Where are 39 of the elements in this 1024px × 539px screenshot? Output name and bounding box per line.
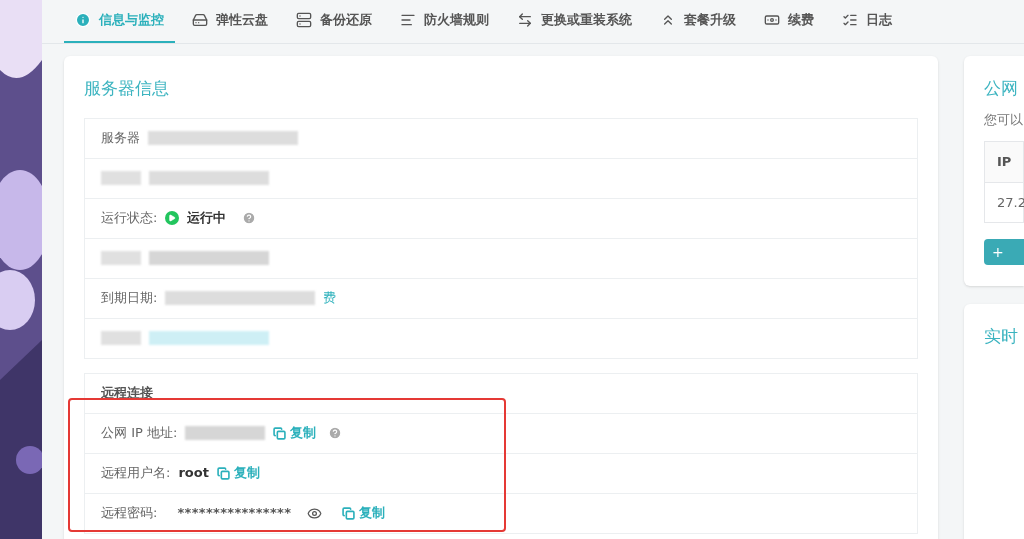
- help-icon[interactable]: [242, 211, 257, 225]
- tab[interactable]: 日志: [831, 0, 903, 43]
- copy-icon: [342, 506, 356, 520]
- redacted-drawing: [101, 171, 141, 185]
- running-icon: [165, 211, 180, 225]
- swap-arrows-icon: [517, 12, 533, 28]
- redacted-drawing: [101, 331, 141, 345]
- card-title: 实时: [984, 325, 1019, 348]
- help-icon[interactable]: [328, 426, 343, 440]
- tab[interactable]: 防火墙规则: [389, 0, 500, 43]
- field-label: 服务器: [101, 129, 140, 148]
- password-value: ****************: [177, 504, 292, 523]
- tab[interactable]: 备份还原: [285, 0, 383, 43]
- card-text: 您可以: [984, 110, 1024, 129]
- field-label: 公网 IP 地址:: [101, 424, 178, 443]
- copy-icon: [216, 466, 230, 480]
- table-header: IP: [985, 142, 1023, 182]
- card-title: 服务器信息: [84, 77, 170, 100]
- table-cell: 27.2: [985, 182, 1023, 222]
- status-value: 运行中: [187, 209, 227, 228]
- card-title: 公网: [984, 77, 1019, 100]
- server-icon: [296, 12, 312, 28]
- tab[interactable]: 套餐升级: [649, 0, 747, 43]
- checklist-icon: [842, 12, 858, 28]
- tab[interactable]: 弹性云盘: [181, 0, 279, 43]
- field-label: 远程用户名:: [101, 464, 171, 483]
- tab[interactable]: 续费: [753, 0, 825, 43]
- drive-icon: [192, 12, 208, 28]
- redacted-drawing: [101, 251, 141, 265]
- username-value: root: [178, 464, 209, 483]
- info-icon: [75, 12, 91, 28]
- tab[interactable]: 更换或重装系统: [506, 0, 643, 43]
- lines-icon: [400, 12, 416, 28]
- eye-icon[interactable]: [307, 505, 323, 521]
- field-label: 到期日期:: [101, 289, 158, 308]
- copy-icon: [273, 426, 287, 440]
- field-label: 运行状态:: [101, 209, 158, 228]
- banknote-icon: [764, 12, 780, 28]
- field-label: 远程密码:: [101, 504, 158, 523]
